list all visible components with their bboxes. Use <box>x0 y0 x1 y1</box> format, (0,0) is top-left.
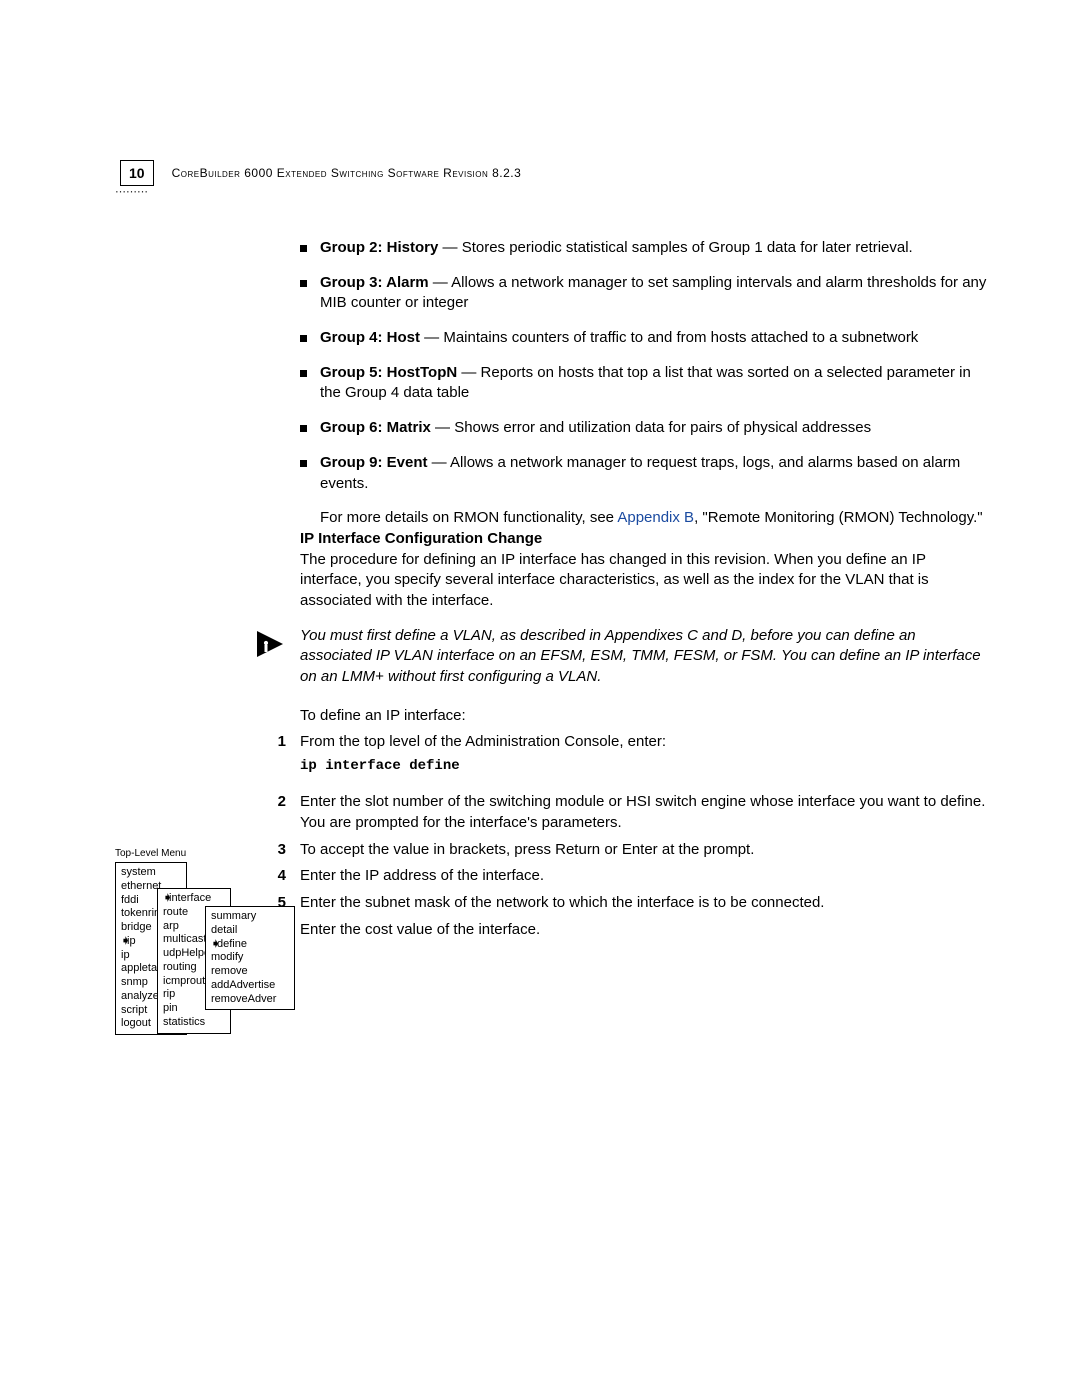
step-text: Enter the IP address of the interface. <box>300 866 990 887</box>
section-heading: IP Interface Configuration Change <box>300 529 990 550</box>
step-row: 5Enter the subnet mask of the network to… <box>300 893 990 914</box>
step-text: To accept the value in brackets, press R… <box>300 840 990 861</box>
menu-item: statistics <box>163 1016 225 1030</box>
rmon-paragraph: For more details on RMON functionality, … <box>300 508 990 529</box>
step-text: From the top level of the Administration… <box>300 733 666 750</box>
step-text: Enter the cost value of the interface. <box>300 920 990 941</box>
list-item: Group 5: HostTopN — Reports on hosts tha… <box>300 363 990 404</box>
menu-item: removeAdver <box>211 993 289 1007</box>
group-list: Group 2: History — Stores periodic stati… <box>300 238 990 494</box>
step-text: Enter the slot number of the switching m… <box>300 793 985 810</box>
menu-item: addAdvertise <box>211 979 289 993</box>
body-content: Group 2: History — Stores periodic stati… <box>300 238 990 947</box>
info-arrow-icon <box>255 629 285 659</box>
running-title: CoreBuilder 6000 Extended Switching Soft… <box>172 160 522 180</box>
list-item: Group 4: Host — Maintains counters of tr… <box>300 328 990 349</box>
menu-item: ➧define <box>211 938 289 952</box>
page-header: 10 CoreBuilder 6000 Extended Switching S… <box>120 160 990 186</box>
menu-item: summary <box>211 910 289 924</box>
step-subtext: You are prompted for the interface's par… <box>300 813 990 834</box>
menu-item: detail <box>211 924 289 938</box>
step-row: 3To accept the value in brackets, press … <box>300 840 990 861</box>
step-number: 2 <box>264 792 286 833</box>
group-label: Group 2: History <box>320 239 438 256</box>
group-label: Group 4: Host <box>320 329 420 346</box>
note-block: You must first define a VLAN, as describ… <box>255 626 990 688</box>
rmon-pre: For more details on RMON functionality, … <box>320 509 617 526</box>
step-text: Enter the subnet mask of the network to … <box>300 893 990 914</box>
group-label: Group 6: Matrix <box>320 419 431 436</box>
list-item: Group 2: History — Stores periodic stati… <box>300 238 990 259</box>
group-desc: — Shows error and utilization data for p… <box>431 419 871 436</box>
group-label: Group 5: HostTopN <box>320 364 457 381</box>
appendix-link[interactable]: Appendix B <box>617 509 694 526</box>
menu-item: system <box>121 866 181 880</box>
menu-diagram: Top-Level Menu systemethernetfdditokenri… <box>115 848 290 864</box>
section-paragraph: The procedure for defining an IP interfa… <box>300 550 990 612</box>
menu-title: Top-Level Menu <box>115 848 290 861</box>
step-row: 1 From the top level of the Administrati… <box>300 732 990 786</box>
menu-item: ➧interface <box>163 892 225 906</box>
step-number: 4 <box>264 866 286 887</box>
group-desc: — Maintains counters of traffic to and f… <box>420 329 918 346</box>
step-row: 4Enter the IP address of the interface. <box>300 866 990 887</box>
list-item: Group 6: Matrix — Shows error and utiliz… <box>300 418 990 439</box>
step-row: 2 Enter the slot number of the switching… <box>300 792 990 833</box>
menu-item: modify <box>211 951 289 965</box>
list-item: Group 3: Alarm — Allows a network manage… <box>300 273 990 314</box>
group-label: Group 3: Alarm <box>320 274 429 291</box>
rmon-post: , "Remote Monitoring (RMON) Technology." <box>694 509 983 526</box>
steps-intro: To define an IP interface: <box>300 706 990 727</box>
group-desc: — Stores periodic statistical samples of… <box>438 239 912 256</box>
decorative-dots: ⋯⋯⋯ <box>115 185 148 198</box>
note-text: You must first define a VLAN, as describ… <box>300 626 990 688</box>
list-item: Group 9: Event — Allows a network manage… <box>300 453 990 494</box>
step-row: 6Enter the cost value of the interface. <box>300 920 990 941</box>
menu-item: remove <box>211 965 289 979</box>
step-number: 1 <box>264 732 286 786</box>
page-number: 10 <box>120 160 154 186</box>
group-label: Group 9: Event <box>320 454 428 471</box>
menu-box-3: summarydetail➧definemodifyremoveaddAdver… <box>205 906 295 1010</box>
command-text: ip interface define <box>300 757 990 776</box>
